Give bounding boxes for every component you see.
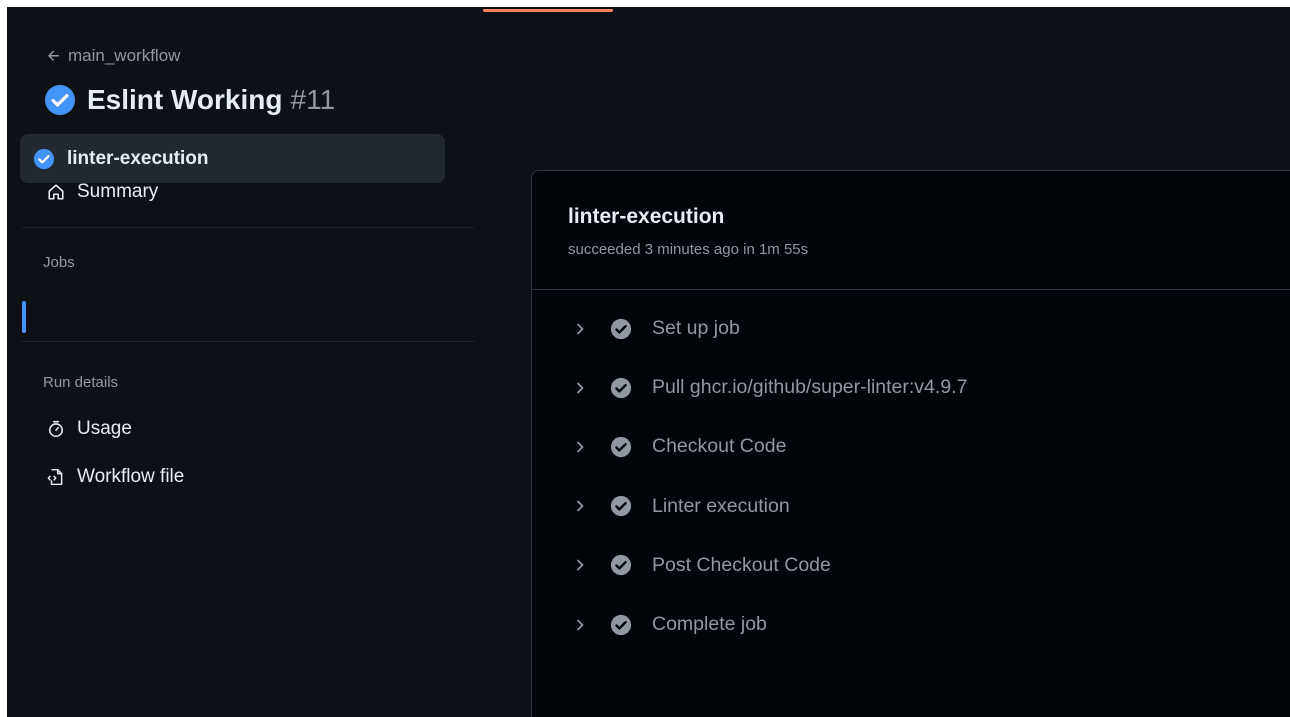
check-circle-icon bbox=[610, 614, 632, 635]
active-job-indicator bbox=[22, 301, 26, 333]
sidebar-job-linter-execution[interactable]: linter-execution bbox=[20, 134, 445, 183]
job-step-label: Pull ghcr.io/github/super-linter:v4.9.7 bbox=[652, 376, 968, 399]
check-circle-fill-icon bbox=[33, 148, 55, 169]
page-title: Eslint Working #11 bbox=[45, 82, 335, 118]
chevron-right-icon bbox=[577, 323, 584, 334]
back-to-workflow-link[interactable]: main_workflow bbox=[46, 45, 180, 67]
job-step[interactable]: Complete job bbox=[532, 595, 1290, 654]
job-step-label: Linter execution bbox=[652, 494, 790, 517]
back-link-label: main_workflow bbox=[68, 46, 181, 65]
job-logs-panel: linter-execution succeeded 3 minutes ago… bbox=[531, 170, 1290, 717]
job-title: linter-execution bbox=[568, 205, 725, 228]
sidebar: Summary Jobs Run details Usage Workflow … bbox=[22, 167, 474, 501]
job-step[interactable]: Linter execution bbox=[532, 477, 1290, 536]
job-steps-list: Set up job Pull ghcr.io/github/super-lin… bbox=[532, 299, 1290, 654]
jobs-heading: Jobs bbox=[43, 253, 75, 271]
sidebar-item-workflow-file[interactable]: Workflow file bbox=[22, 453, 474, 501]
chevron-right-icon bbox=[577, 500, 584, 512]
check-circle-icon bbox=[610, 436, 632, 458]
check-circle-icon bbox=[610, 555, 632, 576]
job-step[interactable]: Post Checkout Code bbox=[532, 536, 1290, 595]
job-step[interactable]: Set up job bbox=[532, 299, 1290, 358]
job-step-label: Set up job bbox=[652, 317, 740, 340]
sidebar-workflow-file-label: Workflow file bbox=[77, 466, 185, 487]
check-circle-icon bbox=[610, 377, 632, 398]
active-tab-indicator bbox=[483, 9, 613, 12]
chevron-right-icon bbox=[577, 619, 584, 630]
workflow-run-page: main_workflow Eslint Working #11 Summary… bbox=[7, 7, 1290, 717]
sidebar-usage-label: Usage bbox=[77, 418, 132, 439]
run-details-heading: Run details bbox=[43, 373, 119, 391]
sidebar-summary-label: Summary bbox=[77, 181, 159, 202]
jobs-list bbox=[22, 282, 474, 342]
arrow-left-icon bbox=[48, 50, 59, 61]
sidebar-item-usage[interactable]: Usage bbox=[22, 405, 474, 453]
check-circle-icon bbox=[610, 318, 632, 339]
job-status-text: succeeded 3 minutes ago in 1m 55s bbox=[568, 241, 809, 258]
job-step[interactable]: Checkout Code bbox=[532, 417, 1290, 476]
home-icon bbox=[48, 184, 64, 200]
chevron-right-icon bbox=[577, 441, 584, 453]
job-header: linter-execution succeeded 3 minutes ago… bbox=[532, 171, 1290, 290]
job-step-label: Post Checkout Code bbox=[652, 553, 831, 576]
job-step[interactable]: Pull ghcr.io/github/super-linter:v4.9.7 bbox=[532, 358, 1290, 417]
check-circle-icon bbox=[610, 496, 632, 517]
chevron-right-icon bbox=[577, 559, 584, 571]
run-title: Eslint Working bbox=[87, 84, 283, 115]
sidebar-divider bbox=[22, 227, 474, 228]
run-number: #11 bbox=[290, 84, 336, 115]
stopwatch-icon bbox=[49, 420, 63, 438]
sidebar-job-label: linter-execution bbox=[67, 147, 209, 169]
check-circle-fill-icon bbox=[45, 85, 75, 115]
job-step-label: Complete job bbox=[652, 613, 767, 636]
file-code-icon bbox=[47, 468, 63, 486]
chevron-right-icon bbox=[577, 382, 584, 394]
job-step-label: Checkout Code bbox=[652, 435, 787, 458]
